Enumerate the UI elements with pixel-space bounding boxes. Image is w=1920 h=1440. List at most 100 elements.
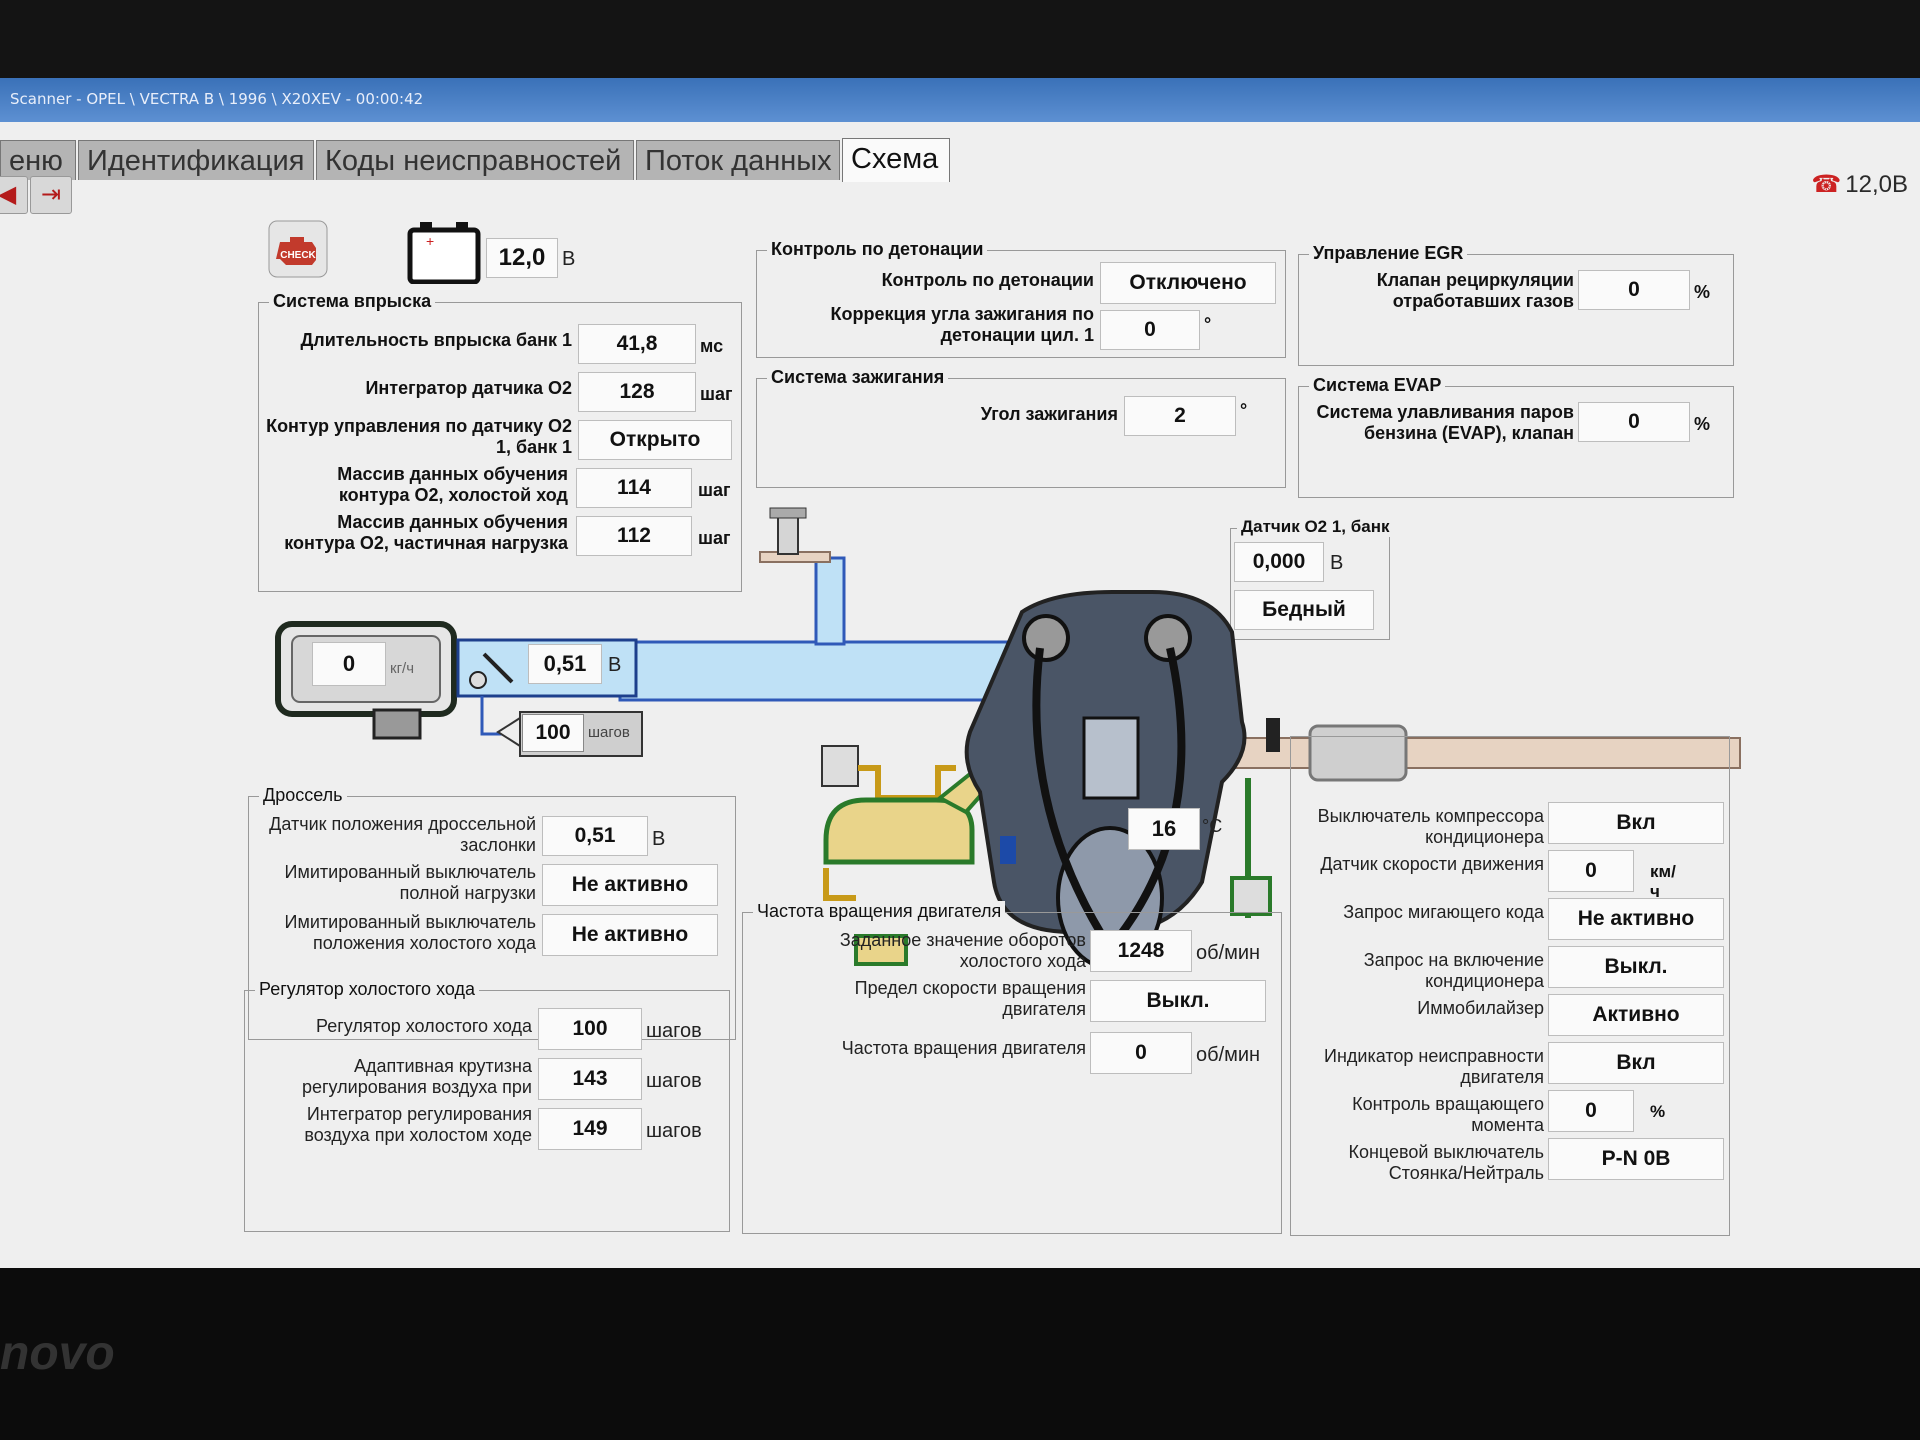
window-titlebar: Scanner - OPEL \ VECTRA B \ 1996 \ X20XE… — [0, 78, 1920, 122]
tab-data-stream[interactable]: Поток данных — [636, 140, 840, 180]
injection-duration-unit: мс — [700, 336, 724, 356]
rpm-limit-label: Предел скорости вращения двигателя — [854, 978, 1086, 1019]
engine-rpm-value: 0 — [1090, 1032, 1192, 1074]
throttle-panel-title: Дроссель — [259, 785, 347, 806]
battery-icon: + — [407, 222, 481, 284]
park-neutral-switch-value: P-N 0В — [1548, 1138, 1724, 1180]
o2-sensor-state: Бедный — [1234, 590, 1374, 630]
o2-integrator-unit: шаг — [700, 384, 733, 404]
evap-panel-title: Система EVAP — [1309, 375, 1446, 396]
knock-panel-title: Контроль по детонации — [767, 239, 988, 260]
torque-control-label: Контроль вращающего момента — [1352, 1094, 1544, 1135]
exit-icon[interactable]: ⇥ — [30, 176, 72, 214]
o2-integrator-label: Интегратор датчика О2 — [365, 378, 572, 398]
egr-valve-value: 0 — [1578, 270, 1690, 310]
o2-learn-idle-value: 114 — [576, 468, 692, 508]
knock-correction-label: Коррекция угла зажигания по детонации ци… — [830, 304, 1095, 345]
app-screen: Scanner - OPEL \ VECTRA B \ 1996 \ X20XE… — [0, 78, 1920, 1268]
laptop-bezel: novo — [0, 1268, 1920, 1440]
flash-code-request-value: Не активно — [1548, 898, 1724, 940]
injector-icon — [777, 509, 799, 555]
target-idle-rpm-value: 1248 — [1090, 930, 1192, 972]
o2-sensor-title: Датчик О2 1, банк — [1237, 517, 1394, 537]
ignition-panel-title: Система зажигания — [767, 367, 949, 388]
intake-air-duct — [618, 640, 1022, 702]
idle-panel-title: Регулятор холостого хода — [255, 979, 479, 1000]
immobilizer-value: Активно — [1548, 994, 1724, 1036]
knock-control-label: Контроль по детонации — [881, 270, 1094, 290]
tab-menu[interactable]: еню — [0, 140, 76, 180]
coolant-temp-unit: °C — [1202, 816, 1223, 836]
rpm-limit-value: Выкл. — [1090, 980, 1266, 1022]
engine-icon — [964, 590, 1247, 934]
vehicle-speed-sensor-label: Датчик скорости движения — [1320, 854, 1544, 874]
target-idle-rpm-unit: об/мин — [1196, 942, 1261, 964]
ac-request-label: Запрос на включение кондиционера — [1363, 950, 1544, 991]
maf-value: 0 — [312, 642, 386, 686]
egr-valve-label: Клапан рециркуляции отработавших газов — [1376, 270, 1574, 311]
o2-loop-label: Контур управления по датчику О2 1, банк … — [266, 416, 572, 457]
torque-control-unit: % — [1650, 1102, 1666, 1121]
ignition-angle-label: Угол зажигания — [980, 404, 1118, 424]
ignition-angle-unit: ° — [1240, 400, 1248, 420]
adaptive-slope-label: Адаптивная крутизна регулирования воздух… — [301, 1056, 532, 1097]
o2-loop-value: Открыто — [578, 420, 732, 460]
evap-valve-label: Система улавливания паров бензина (EVAP)… — [1316, 402, 1574, 443]
o2-learn-partload-value: 112 — [576, 516, 692, 556]
check-engine-icon: CHECK — [268, 220, 328, 278]
iac-diagram-value: 100 — [522, 714, 584, 752]
ac-compressor-switch-label: Выключатель компрессора кондиционера — [1317, 806, 1544, 847]
tab-identification[interactable]: Идентификация — [78, 140, 314, 180]
idle-regulator-label: Регулятор холостого хода — [316, 1016, 532, 1036]
mil-indicator-label: Индикатор неисправности двигателя — [1324, 1046, 1544, 1087]
throttle-diagram-unit: В — [608, 654, 622, 676]
egr-panel-title: Управление EGR — [1309, 243, 1468, 264]
adaptive-slope-value: 143 — [538, 1058, 642, 1100]
idle-integrator-value: 149 — [538, 1108, 642, 1150]
park-neutral-switch-label: Концевой выключатель Стоянка/Нейтраль — [1348, 1142, 1545, 1183]
idle-integrator-unit: шагов — [646, 1120, 702, 1142]
battery-voltage-unit: В — [562, 248, 576, 270]
svg-text:CHECK: CHECK — [280, 250, 316, 261]
o2-sensor-voltage-value: 0,000 — [1234, 542, 1324, 582]
o2-learn-partload-unit: шаг — [698, 528, 731, 548]
torque-control-value: 0 — [1548, 1090, 1634, 1132]
o2-integrator-value: 128 — [578, 372, 696, 412]
target-idle-rpm-label: Заданное значение оборотов холостого ход… — [839, 930, 1086, 971]
o2-learn-partload-label: Массив данных обучения контура О2, части… — [284, 512, 568, 553]
canister-icon — [823, 797, 975, 865]
o2-learn-idle-label: Массив данных обучения контура О2, холос… — [337, 464, 568, 505]
phone-icon: ☎ — [1811, 171, 1842, 198]
tab-fault-codes[interactable]: Коды неисправностей — [316, 140, 634, 180]
egr-valve-unit: % — [1694, 282, 1711, 302]
ac-compressor-switch-value: Вкл — [1548, 802, 1724, 844]
battery-voltage-value: 12,0 — [486, 238, 558, 278]
maf-unit: кг/ч — [390, 660, 415, 677]
adaptive-slope-unit: шагов — [646, 1070, 702, 1092]
o2-sensor-voltage-unit: В — [1330, 552, 1344, 574]
tab-scheme[interactable]: Схема — [842, 138, 950, 182]
idle-regulator-unit: шагов — [646, 1020, 702, 1042]
tps-value: 0,51 — [542, 816, 648, 856]
idle-regulator-value: 100 — [538, 1008, 642, 1050]
tps-label: Датчик положения дроссельной заслонки — [269, 814, 536, 855]
engine-rpm-unit: об/мин — [1196, 1044, 1261, 1066]
back-icon[interactable]: ◀ — [0, 176, 28, 214]
injection-duration-value: 41,8 — [578, 324, 696, 364]
full-load-switch-label: Имитированный выключатель полной нагрузк… — [284, 862, 536, 903]
mil-indicator-value: Вкл — [1548, 1042, 1724, 1084]
iac-diagram-unit: шагов — [588, 724, 630, 741]
bezel-brand: novo — [0, 1327, 115, 1380]
idle-switch-value: Не активно — [542, 914, 718, 956]
idle-switch-label: Имитированный выключатель положения холо… — [284, 912, 536, 953]
coolant-temp-value: 16 — [1128, 808, 1200, 850]
idle-integrator-label: Интегратор регулирования воздуха при хол… — [304, 1104, 532, 1145]
svg-text:+: + — [426, 233, 434, 249]
ac-request-value: Выкл. — [1548, 946, 1724, 988]
vehicle-speed-sensor-unit: км/ч — [1650, 862, 1676, 901]
immobilizer-label: Иммобилайзер — [1417, 998, 1544, 1018]
o2-learn-idle-unit: шаг — [698, 480, 731, 500]
flash-code-request-label: Запрос мигающего кода — [1343, 902, 1544, 922]
engine-rpm-label: Частота вращения двигателя — [841, 1038, 1086, 1058]
battery-status-value: 12,0В — [1845, 171, 1908, 198]
